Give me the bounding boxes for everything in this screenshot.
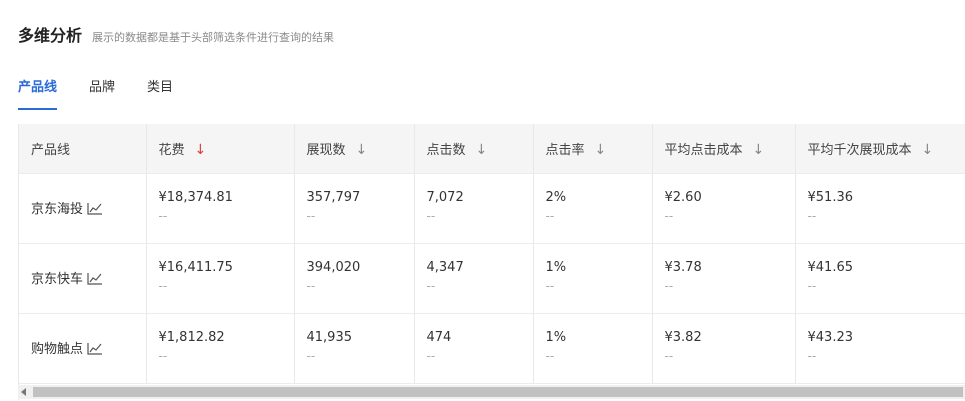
cell-value: ¥1,812.82	[158, 330, 225, 345]
column-header-ctr[interactable]: 点击率 ↓	[533, 124, 653, 174]
row-name: 购物触点	[31, 342, 84, 357]
page-title: 多维分析	[18, 26, 83, 45]
cpm-cell: ¥41.65 --	[795, 243, 965, 314]
column-header-cost[interactable]: 花费 ↓	[146, 124, 295, 174]
impressions-cell: 394,020 --	[294, 243, 415, 314]
table-row: 购物触点 ¥1,812.82 -- 41,935 -- 474 -- 1% -- ¥3.…	[19, 313, 965, 384]
cell-compare: --	[426, 349, 436, 363]
tab-product-line[interactable]: 产品线	[18, 76, 58, 110]
tab-category[interactable]: 类目	[147, 76, 173, 110]
cell-value: 474	[426, 330, 452, 345]
column-header-impressions[interactable]: 展现数 ↓	[294, 124, 415, 174]
cell-compare: --	[664, 279, 674, 293]
column-header-label: 平均千次展现成本	[807, 143, 912, 158]
column-header-clicks[interactable]: 点击数 ↓	[414, 124, 534, 174]
sort-desc-icon[interactable]: ↓	[753, 142, 765, 158]
cell-compare: --	[306, 279, 316, 293]
cost-cell: ¥1,812.82 --	[146, 313, 295, 384]
cell-value: 1%	[545, 330, 567, 345]
cell-compare: --	[306, 349, 316, 363]
cell-value: 2%	[545, 190, 567, 205]
sort-desc-icon[interactable]: ↓	[922, 142, 934, 158]
analysis-table: 产品线 花费 ↓ 展现数 ↓ 点击数 ↓ 点击率 ↓ 平均点击成本 ↓ 平均千次展现成本 ↓…	[18, 124, 965, 400]
column-header-label: 平均点击成本	[664, 143, 743, 158]
cell-compare: --	[306, 209, 316, 223]
cell-compare: --	[664, 209, 674, 223]
column-header-cpm[interactable]: 平均千次展现成本 ↓	[795, 124, 965, 174]
trend-chart-icon[interactable]	[87, 272, 103, 289]
cell-value: ¥41.65	[807, 260, 854, 275]
page-header: 多维分析 展示的数据都是基于头部筛选条件进行查询的结果	[18, 22, 334, 46]
cpm-cell: ¥51.36 --	[795, 173, 965, 244]
cpc-cell: ¥3.82 --	[652, 313, 796, 384]
cell-compare: --	[545, 349, 555, 363]
page-subtitle: 展示的数据都是基于头部筛选条件进行查询的结果	[92, 31, 335, 44]
trend-chart-icon[interactable]	[87, 202, 103, 219]
ctr-cell: 1% --	[533, 243, 653, 314]
column-header-label: 花费	[158, 143, 185, 158]
ctr-cell: 1% --	[533, 313, 653, 384]
clicks-cell: 474 --	[414, 313, 534, 384]
ctr-cell: 2% --	[533, 173, 653, 244]
trend-chart-icon[interactable]	[87, 342, 103, 359]
cpc-cell: ¥2.60 --	[652, 173, 796, 244]
cell-value: 394,020	[306, 260, 361, 275]
cell-value: ¥3.82	[664, 330, 702, 345]
cell-value: 1%	[545, 260, 567, 275]
cell-compare: --	[426, 209, 436, 223]
cell-compare: --	[158, 209, 168, 223]
impressions-cell: 357,797 --	[294, 173, 415, 244]
table-row: 京东快车 ¥16,411.75 -- 394,020 -- 4,347 -- 1% --…	[19, 243, 965, 314]
cpm-cell: ¥43.23 --	[795, 313, 965, 384]
cell-compare: --	[807, 349, 817, 363]
cell-value: ¥16,411.75	[158, 260, 233, 275]
sort-desc-icon[interactable]: ↓	[476, 142, 488, 158]
cell-compare: --	[426, 279, 436, 293]
cell-compare: --	[545, 209, 555, 223]
sort-desc-icon[interactable]: ↓	[356, 142, 368, 158]
cell-compare: --	[545, 279, 555, 293]
cell-compare: --	[664, 349, 674, 363]
cell-value: ¥18,374.81	[158, 190, 233, 205]
column-header-label: 点击率	[545, 143, 585, 158]
cell-compare: --	[158, 279, 168, 293]
impressions-cell: 41,935 --	[294, 313, 415, 384]
clicks-cell: 7,072 --	[414, 173, 534, 244]
cell-value: 357,797	[306, 190, 361, 205]
clicks-cell: 4,347 --	[414, 243, 534, 314]
cell-value: 7,072	[426, 190, 464, 205]
cell-value: ¥2.60	[664, 190, 702, 205]
cell-value: ¥43.23	[807, 330, 854, 345]
row-name: 京东快车	[31, 272, 84, 287]
scrollbar-thumb[interactable]	[33, 387, 963, 397]
cpc-cell: ¥3.78 --	[652, 243, 796, 314]
cell-value: 41,935	[306, 330, 353, 345]
cell-compare: --	[807, 209, 817, 223]
cell-value: ¥51.36	[807, 190, 854, 205]
column-header-label: 点击数	[426, 143, 466, 158]
dimension-tabs: 产品线 品牌 类目	[18, 76, 205, 110]
horizontal-scrollbar[interactable]	[18, 385, 965, 399]
sort-desc-icon[interactable]: ↓	[195, 142, 207, 158]
column-header-label: 产品线	[31, 143, 71, 158]
cell-compare: --	[158, 349, 168, 363]
table-header-row: 产品线 花费 ↓ 展现数 ↓ 点击数 ↓ 点击率 ↓ 平均点击成本 ↓ 平均千次展现成本 ↓	[19, 124, 965, 174]
column-header-product-line: 产品线	[19, 124, 147, 174]
scroll-left-icon[interactable]	[21, 388, 26, 396]
column-header-label: 展现数	[306, 143, 346, 158]
table-row: 京东海投 ¥18,374.81 -- 357,797 -- 7,072 -- 2% --…	[19, 173, 965, 244]
cell-value: ¥3.78	[664, 260, 702, 275]
cost-cell: ¥18,374.81 --	[146, 173, 295, 244]
cell-compare: --	[807, 279, 817, 293]
row-name-cell: 京东海投	[19, 173, 147, 244]
cell-value: 4,347	[426, 260, 464, 275]
row-name: 京东海投	[31, 202, 84, 217]
tab-brand[interactable]: 品牌	[89, 76, 115, 110]
row-name-cell: 京东快车	[19, 243, 147, 314]
column-header-cpc[interactable]: 平均点击成本 ↓	[652, 124, 796, 174]
row-name-cell: 购物触点	[19, 313, 147, 384]
cost-cell: ¥16,411.75 --	[146, 243, 295, 314]
sort-desc-icon[interactable]: ↓	[595, 142, 607, 158]
